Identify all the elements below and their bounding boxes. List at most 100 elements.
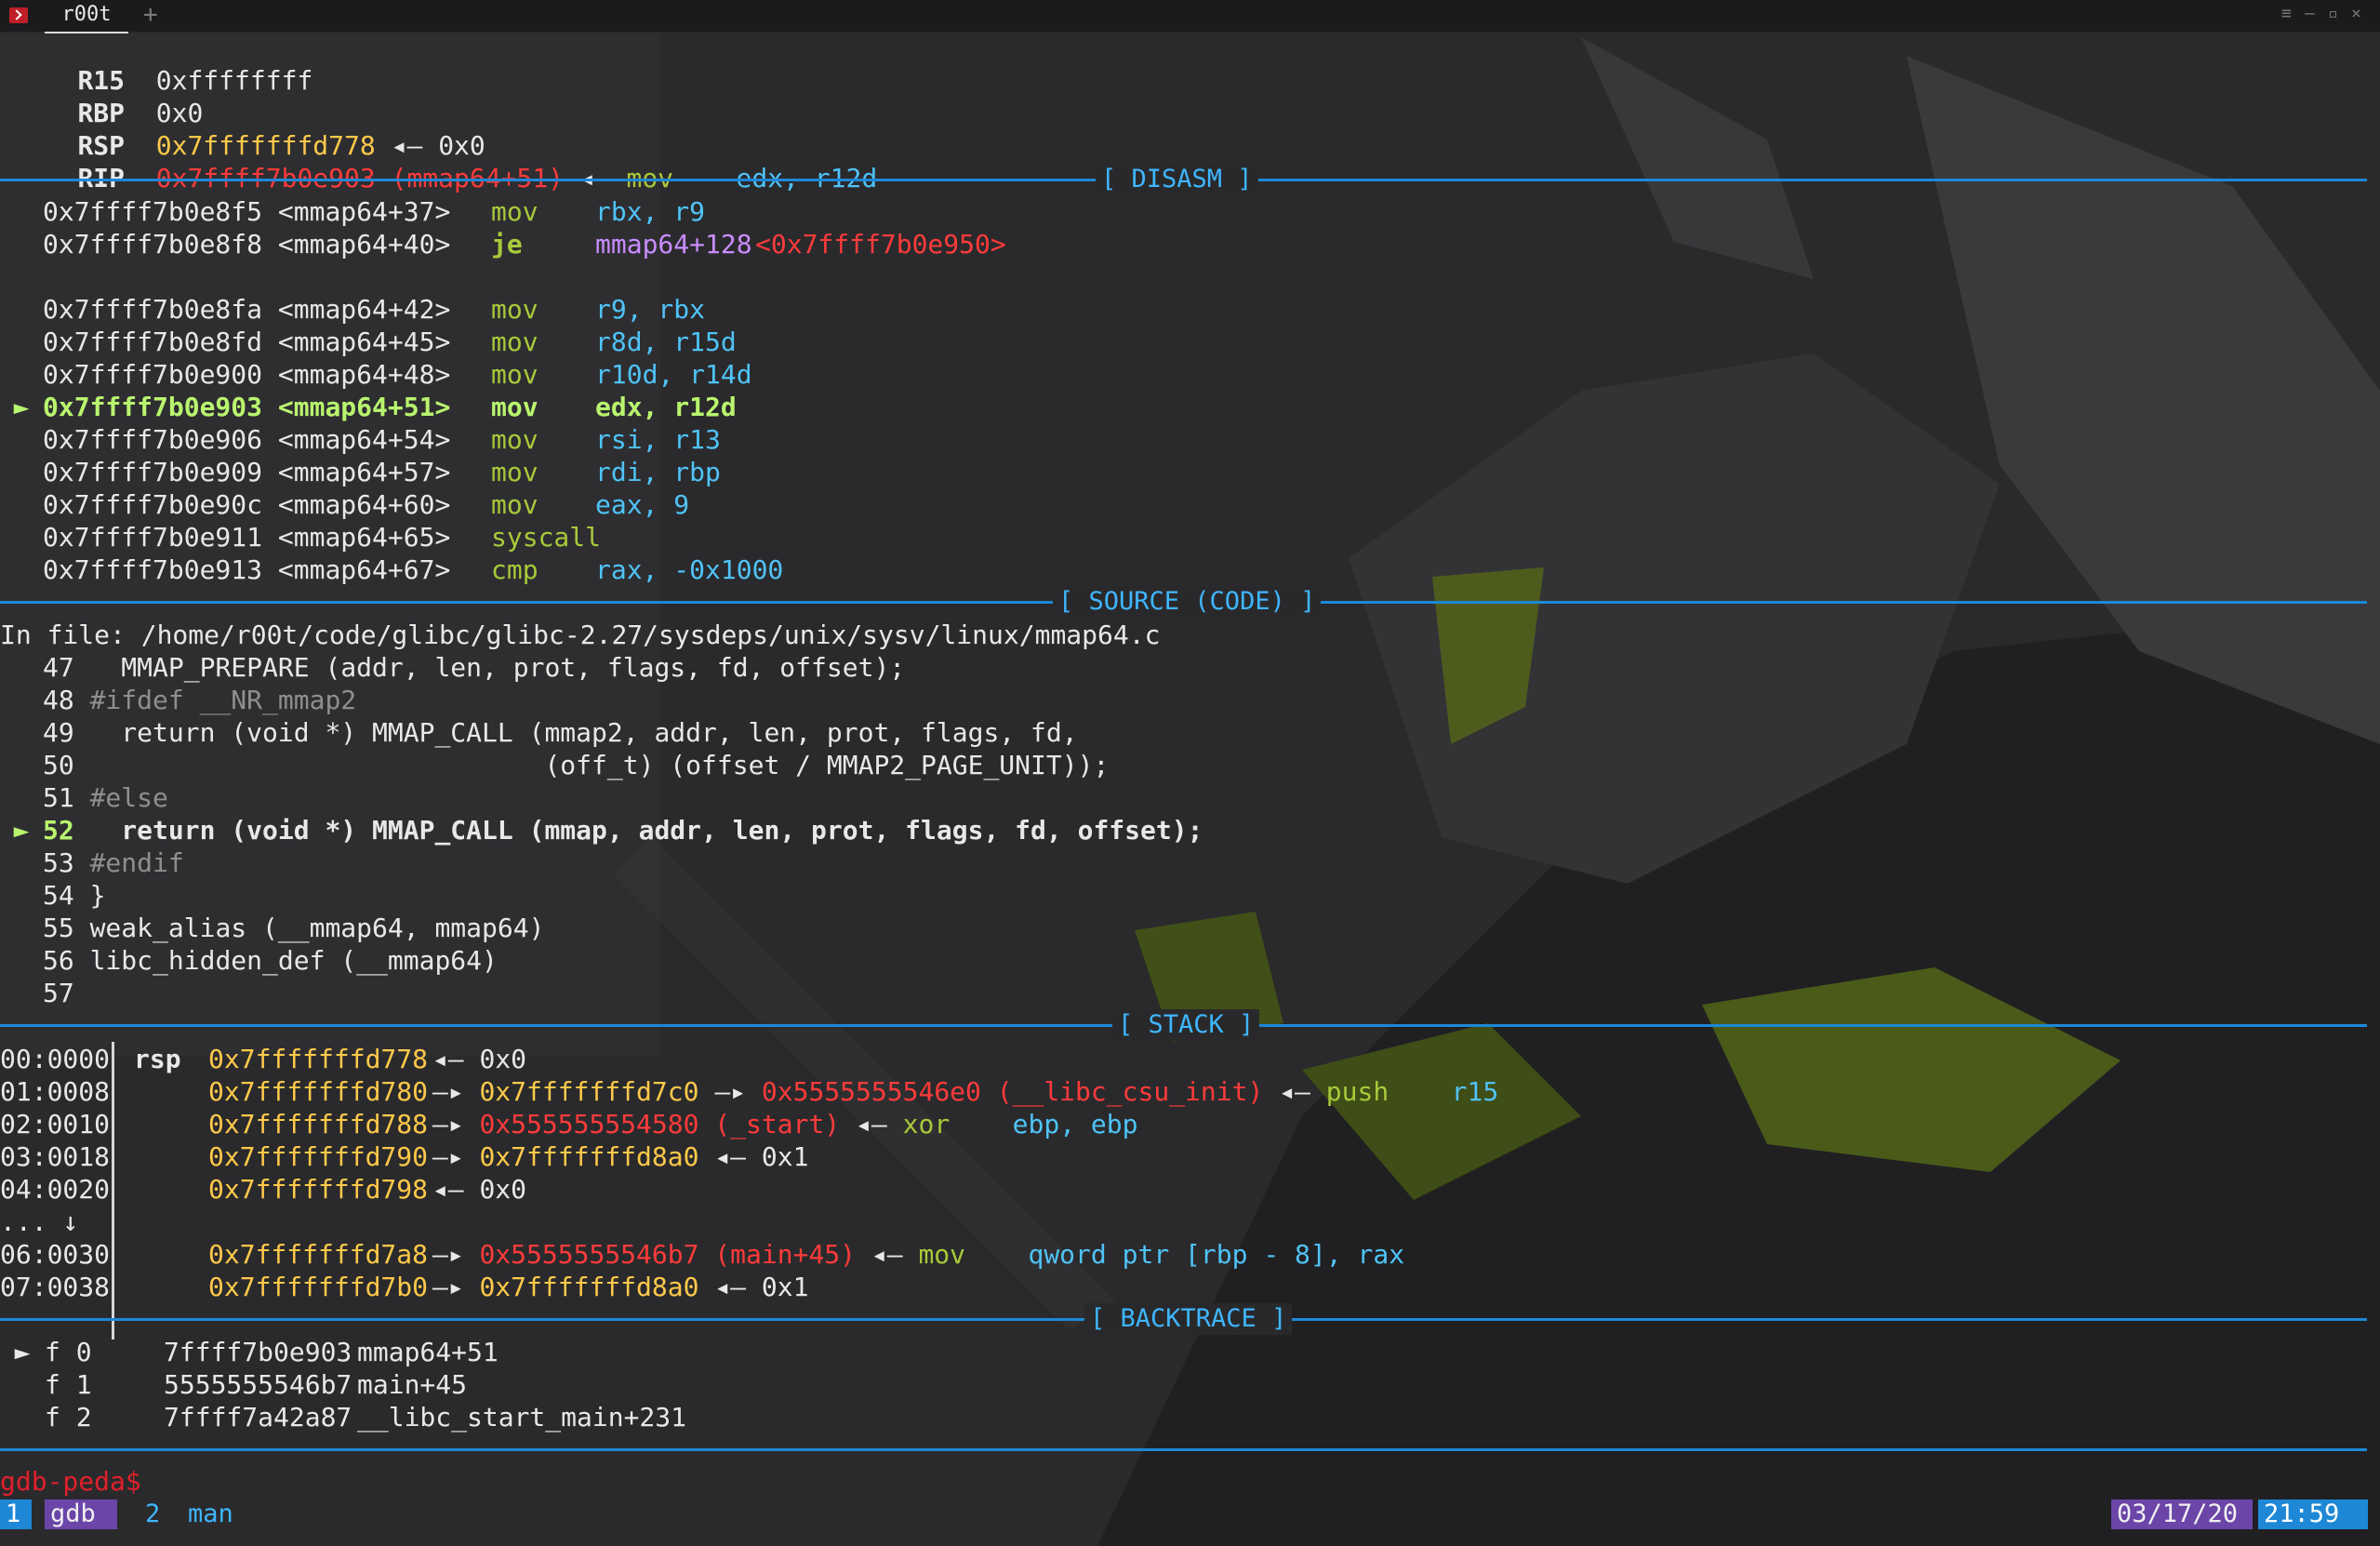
register-row: RIP 0x7ffff7b0e903 (mmap64+51) ◂— mov ed… <box>15 131 877 193</box>
instruction-symbol: <mmap64+37> <box>277 196 451 227</box>
window-2-name[interactable]: man <box>182 1499 239 1529</box>
close-icon[interactable]: × <box>2351 4 2361 23</box>
source-file-path: In file: /home/r00t/code/glibc/glibc-2.2… <box>0 620 1161 650</box>
instruction-symbol: <mmap64+65> <box>277 522 451 553</box>
stack-offset: 06:0030 <box>0 1239 111 1270</box>
current-instruction-marker <box>0 327 43 358</box>
instruction-symbol: <mmap64+54> <box>277 424 451 455</box>
tab-r00t[interactable]: r00t <box>45 0 128 33</box>
current-line-marker <box>0 880 43 912</box>
new-tab-button[interactable]: + <box>143 0 158 30</box>
instruction-mnemonic: mov <box>491 392 538 422</box>
disasm-header: [ DISASM ] <box>1096 164 1258 195</box>
instruction-address: 0x7ffff7b0e913 <box>43 554 263 585</box>
instruction-mnemonic: mov <box>491 424 538 455</box>
line-number: 47 <box>43 652 74 683</box>
instruction-address: 0x7ffff7b0e906 <box>43 424 263 455</box>
terminal-output[interactable]: R15 0xffffffff RBP 0x0 RSP 0x7fffffffd77… <box>0 32 2380 1546</box>
chain-arrow: —▸ <box>432 1109 464 1140</box>
chain-value: 0x0 <box>479 1174 527 1205</box>
chain-arrow: ◂— <box>856 1109 887 1140</box>
line-number: 51 <box>43 782 74 813</box>
stack-divider <box>112 1042 114 1339</box>
frame-symbol: mmap64+51 <box>357 1337 499 1367</box>
line-number: 56 <box>43 945 74 976</box>
stack-chain: ◂— 0x0 <box>417 1044 526 1075</box>
chain-arrow: —▸ <box>432 1239 464 1270</box>
window-1-name[interactable]: gdb <box>45 1499 117 1529</box>
disasm-row: 0x7ffff7b0e906 <mmap64+54> mov rsi, r13 <box>0 424 721 456</box>
current-instruction-marker: ► <box>13 392 30 422</box>
current-instruction-marker <box>0 359 43 391</box>
instruction-address: 0x7ffff7b0e8f5 <box>43 196 263 227</box>
frame-number: f 0 <box>45 1337 92 1367</box>
disasm-row: 0x7ffff7b0e90c <mmap64+60> mov eax, 9 <box>0 489 689 521</box>
line-code: return (void *) MMAP_CALL (mmap, addr, l… <box>89 815 1203 846</box>
frame-marker <box>0 1369 45 1401</box>
source-line: 54 } <box>0 880 105 912</box>
stack-row: 02:0010 0x7fffffffd788 —▸ 0x555555554580 … <box>0 1109 1137 1140</box>
window-2-index[interactable]: 2 <box>140 1499 166 1529</box>
instruction-operands: r8d, r15d <box>595 327 737 357</box>
chain-value: 0x7fffffffd8a0 <box>479 1141 699 1172</box>
chain-value: ebp, ebp <box>1012 1109 1138 1140</box>
chain-value: qword ptr [rbp - 8], rax <box>1028 1239 1405 1270</box>
window-1-index[interactable]: 1 <box>0 1499 32 1529</box>
line-code: return (void *) MMAP_CALL (mmap2, addr, … <box>89 717 1078 748</box>
stack-address: 0x7fffffffd790 <box>208 1141 429 1172</box>
chain-arrow: —▸ <box>432 1272 464 1302</box>
stack-row: 06:0030 0x7fffffffd7a8 —▸ 0x5555555546b7 … <box>0 1239 1404 1271</box>
instruction-symbol: <mmap64+51> <box>277 392 451 422</box>
backtrace-frame: f 1 5555555546b7 main+45 <box>0 1369 467 1401</box>
stack-header: [ STACK ] <box>1112 1009 1260 1041</box>
disasm-row: 0x7ffff7b0e8fd <mmap64+45> mov r8d, r15d <box>0 327 737 358</box>
line-code: #ifdef __NR_mmap2 <box>89 685 357 715</box>
gdb-prompt[interactable]: gdb-peda$ <box>0 1466 141 1498</box>
line-number: 52 <box>43 815 74 846</box>
instruction-operands: edx, r12d <box>595 392 737 422</box>
stack-offset: 00:0000 <box>0 1044 111 1074</box>
menu-icon[interactable]: ≡ <box>2281 4 2292 23</box>
disasm-row: 0x7ffff7b0e913 <mmap64+67> cmp rax, -0x100… <box>0 554 783 586</box>
instruction-symbol: <mmap64+48> <box>277 359 451 390</box>
instruction-mnemonic: mov <box>491 359 538 390</box>
chain-arrow: ◂— <box>714 1272 747 1302</box>
instruction-symbol: <mmap64+42> <box>277 294 451 325</box>
current-line-marker <box>0 717 43 749</box>
current-line-marker <box>0 847 43 879</box>
source-line: 57 <box>0 978 90 1009</box>
stack-row: 01:0008 0x7fffffffd780 —▸ 0x7fffffffd7c0 … <box>0 1076 1498 1108</box>
chain-value: 0x7fffffffd7c0 <box>479 1076 699 1107</box>
current-instruction-marker <box>0 424 43 456</box>
source-line: 56 libc_hidden_def (__mmap64) <box>0 945 498 977</box>
instruction-address: 0x7ffff7b0e8fd <box>43 327 263 357</box>
chain-arrow: ◂— <box>432 1174 464 1205</box>
instruction-mnemonic: mov <box>491 489 538 520</box>
current-line-marker <box>0 782 43 814</box>
minimize-icon[interactable]: – <box>2305 4 2315 23</box>
current-line-marker <box>0 913 43 944</box>
stack-register: rsp <box>134 1044 181 1074</box>
stack-address: 0x7fffffffd780 <box>208 1076 429 1107</box>
instruction-operands: eax, 9 <box>595 489 690 520</box>
line-number: 48 <box>43 685 74 715</box>
chain-arrow: ◂— <box>1279 1076 1310 1107</box>
stack-chain: —▸ 0x7fffffffd8a0 ◂— 0x1 <box>417 1141 809 1173</box>
chain-value: mov <box>918 1239 966 1270</box>
maximize-icon[interactable]: ▫ <box>2328 4 2338 23</box>
chain-arrow: ◂— <box>432 1044 464 1074</box>
line-number: 50 <box>43 750 74 780</box>
instruction-operands: mmap64+128 <box>595 229 752 260</box>
frame-number: f 1 <box>45 1369 92 1400</box>
line-code: } <box>89 880 106 911</box>
stack-row: 00:0000 rsp 0x7fffffffd778 ◂— 0x0 <box>0 1044 526 1075</box>
status-time: 21:59 <box>2258 1499 2368 1529</box>
chain-value: xor <box>902 1109 951 1140</box>
stack-chain: ◂— 0x0 <box>417 1174 526 1206</box>
chain-value: 0x5555555546b7 (main+45) <box>479 1239 857 1270</box>
backtrace-frame: f 2 7ffff7a42a87 __libc_start_main+231 <box>0 1402 686 1433</box>
line-number: 57 <box>43 978 74 1008</box>
stack-chain: —▸ 0x7fffffffd7c0 —▸ 0x5555555546e0 (__l… <box>417 1076 1498 1108</box>
instruction-mnemonic: mov <box>491 457 538 487</box>
chain-value: 0x555555554580 (_start) <box>479 1109 841 1140</box>
